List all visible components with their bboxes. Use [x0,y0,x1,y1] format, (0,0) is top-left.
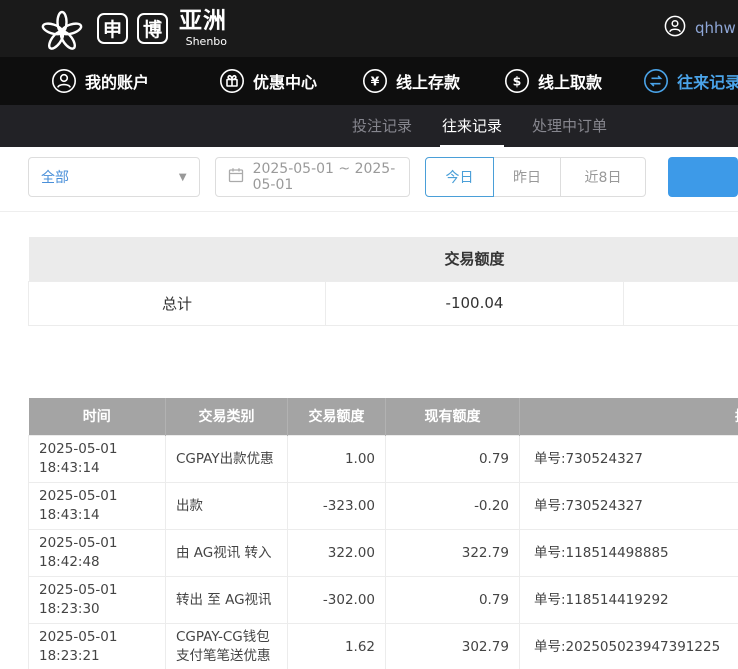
svg-text:¥: ¥ [371,74,380,89]
nav-item-label: 优惠中心 [253,69,317,93]
type-select[interactable]: 全部 ▼ [28,157,200,197]
subtab-bar: 投注记录往来记录处理中订单 [0,105,738,147]
nav-item-deposit[interactable]: ¥ 线上存款 [362,68,460,94]
subtab-pending[interactable]: 处理中订单 [530,105,609,147]
table-row: 2025-05-01 18:42:48由 AG视讯 转入322.00322.79… [29,530,738,577]
column-header: 摘要 [520,398,738,436]
balance-cell: -0.20 [386,483,520,530]
user-icon [51,68,77,94]
table-row: 2025-05-01 18:23:21CGPAY-CG钱包支付笔笔送优惠1.62… [29,624,738,669]
brand-subtitle: Shenbo [186,36,227,47]
nav-item-withdraw[interactable]: $ 线上取款 [504,68,602,94]
calendar-icon [228,167,244,187]
quick-last8days-button[interactable]: 近8日 [560,157,646,197]
nav-item-label: 线上取款 [538,69,602,93]
summary-cell: 单号:202505023947391225 [520,624,738,669]
time-cell: 2025-05-01 18:42:48 [29,530,166,577]
dollar-icon: $ [504,68,530,94]
table-row: 2025-05-01 18:43:14出款-323.00-0.20单号:7305… [29,483,738,530]
nav-item-promo[interactable]: 优惠中心 [219,68,317,94]
records-header-row: 时间交易类别交易额度现有额度摘要 [29,398,738,436]
records-tbody: 2025-05-01 18:43:14CGPAY出款优惠1.000.79单号:7… [29,436,738,669]
summary-total-extra [624,281,738,325]
summary-header-row: 交易额度 [29,237,738,281]
summary-cell: 单号:730524327 [520,483,738,530]
chevron-down-icon: ▼ [179,172,187,183]
records-section: 时间交易类别交易额度现有额度摘要 2025-05-01 18:43:14CGPA… [28,398,738,669]
summary-cell: 单号:118514498885 [520,530,738,577]
amount-cell: 1.00 [288,436,386,483]
type-cell: 由 AG视讯 转入 [166,530,288,577]
summary-cell: 单号:118514419292 [520,577,738,624]
type-cell: 转出 至 AG视讯 [166,577,288,624]
search-button[interactable] [668,157,738,197]
column-header: 时间 [29,398,166,436]
table-row: 2025-05-01 18:23:30转出 至 AG视讯-302.000.79单… [29,577,738,624]
summary-header-spacer-right [624,237,738,281]
main-nav: 我的账户 优惠中心 ¥ 线上存款 $ 线上取款 往来记录 [0,57,738,105]
amount-cell: -323.00 [288,483,386,530]
nav-item-label: 线上存款 [396,69,460,93]
time-cell: 2025-05-01 18:23:30 [29,577,166,624]
table-row: 2025-05-01 18:43:14CGPAY出款优惠1.000.79单号:7… [29,436,738,483]
column-header: 交易额度 [288,398,386,436]
summary-header-label: 交易额度 [326,237,624,281]
nav-item-label: 我的账户 [85,69,149,93]
summary-cell: 单号:730524327 [520,436,738,483]
summary-header-spacer-left [29,237,326,281]
date-range-picker[interactable]: 2025-05-01 ~ 2025-05-01 [215,157,410,197]
svg-text:$: $ [513,74,522,89]
amount-cell: -302.00 [288,577,386,624]
summary-total-row: 总计 -100.04 [29,281,738,325]
summary-total-label: 总计 [29,281,326,325]
quick-range-group: 今日昨日近8日 [425,157,646,197]
column-header: 现有额度 [386,398,520,436]
time-cell: 2025-05-01 18:23:21 [29,624,166,669]
user-avatar-icon [664,15,686,41]
quick-today-button[interactable]: 今日 [425,157,494,197]
column-header: 交易类别 [166,398,288,436]
time-cell: 2025-05-01 18:43:14 [29,483,166,530]
balance-cell: 322.79 [386,530,520,577]
brand-logo[interactable]: 申 博 亚洲 Shenbo [36,5,227,53]
summary-section: 交易额度 总计 -100.04 [28,237,738,326]
amount-cell: 322.00 [288,530,386,577]
summary-total-value: -100.04 [326,281,624,325]
exchange-icon [643,68,669,94]
time-cell: 2025-05-01 18:43:14 [29,436,166,483]
type-cell: CGPAY-CG钱包支付笔笔送优惠 [166,624,288,669]
user-account-chip[interactable]: qhhw [664,15,736,41]
date-range-value: 2025-05-01 ~ 2025-05-01 [253,161,397,193]
quick-yesterday-button[interactable]: 昨日 [493,157,561,197]
username: qhhw [695,19,736,37]
nav-item-records[interactable]: 往来记录 [643,68,738,94]
subtab-bets[interactable]: 投注记录 [350,105,414,147]
brand-char-shen: 申 [97,13,128,44]
nav-item-label: 往来记录 [677,69,738,93]
nav-item-account[interactable]: 我的账户 [51,68,149,94]
gift-icon [219,68,245,94]
subtab-transactions[interactable]: 往来记录 [440,105,504,147]
brand-char-bo: 博 [137,13,168,44]
lotus-flower-icon [36,5,88,53]
balance-cell: 302.79 [386,624,520,669]
amount-cell: 1.62 [288,624,386,669]
brand-region: 亚洲 Shenbo [179,10,227,47]
brand-region-cn: 亚洲 [179,10,227,33]
coin-icon: ¥ [362,68,388,94]
balance-cell: 0.79 [386,577,520,624]
type-cell: 出款 [166,483,288,530]
balance-cell: 0.79 [386,436,520,483]
top-bar: 申 博 亚洲 Shenbo qhhw [0,0,738,57]
filter-bar: 全部 ▼ 2025-05-01 ~ 2025-05-01 今日昨日近8日 [0,147,738,212]
type-select-value: 全部 [41,167,179,187]
type-cell: CGPAY出款优惠 [166,436,288,483]
